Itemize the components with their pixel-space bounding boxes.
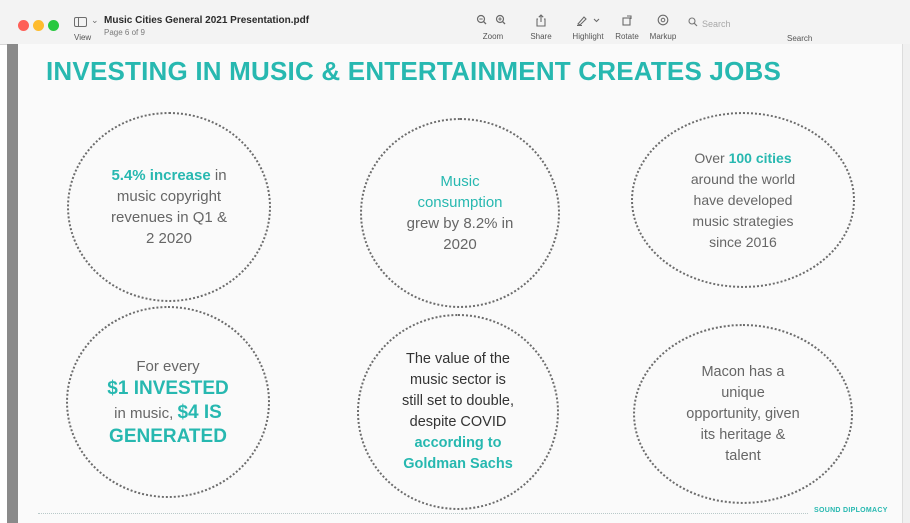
share-button[interactable]: Share [528, 14, 554, 44]
search-box[interactable] [684, 17, 884, 31]
stat-line: The value of the [405, 351, 510, 367]
stat-text: 5.4% increase in music copyright revenue… [111, 165, 227, 249]
stat-line: still set to double, [401, 393, 515, 409]
zoom-label: Zoom [482, 32, 504, 41]
thumbnail-sidebar-edge [7, 44, 18, 523]
share-icon [528, 14, 554, 28]
stat-line: have developed [693, 191, 793, 208]
stat-circle-macon: Macon has a unique opportunity, given it… [633, 324, 853, 504]
stat-line: since 2016 [709, 233, 777, 250]
stat-highlight: 100 cities [728, 149, 792, 166]
stat-text: Music consumption grew by 8.2% in 2020 [407, 171, 514, 255]
footer-divider [38, 513, 808, 514]
stat-text: Macon has a unique opportunity, given it… [686, 362, 799, 467]
stat-line: 2020 [443, 236, 477, 253]
view-label: View [74, 33, 92, 42]
rotate-label: Rotate [615, 32, 639, 41]
stat-line: Macon has a [701, 363, 785, 380]
share-label: Share [530, 32, 552, 41]
stat-circle-cities: Over 100 cities around the world have de… [631, 112, 855, 288]
close-window-button[interactable] [18, 20, 29, 31]
stat-line: in music, [114, 404, 178, 422]
stat-text: For every $1 INVESTED in music, $4 IS GE… [107, 356, 228, 449]
markup-label: Markup [649, 32, 677, 41]
slide-heading: INVESTING IN MUSIC & ENTERTAINMENT CREAT… [46, 56, 782, 86]
document-title: Music Cities General 2021 Presentation.p… [104, 15, 310, 26]
stat-text: The value of the music sector is still s… [402, 349, 514, 475]
stat-line: opportunity, given [686, 405, 800, 422]
markup-button[interactable]: Markup [646, 14, 680, 44]
stat-highlight: 5.4% increase [111, 167, 211, 184]
zoom-window-button[interactable] [48, 20, 59, 31]
stat-line: in [210, 167, 227, 184]
window-toolbar: ⌄ View Music Cities General 2021 Present… [0, 0, 910, 45]
stat-circle-copyright: 5.4% increase in music copyright revenue… [67, 112, 271, 302]
stat-line: its heritage & [700, 426, 786, 443]
stat-line: grew by 8.2% in [406, 215, 514, 232]
stat-highlight: $1 INVESTED [107, 377, 229, 399]
search-input[interactable] [702, 17, 882, 31]
minimize-window-button[interactable] [33, 20, 44, 31]
stat-highlight: GENERATED [109, 425, 227, 447]
stat-highlight: Goldman Sachs [403, 456, 513, 472]
rotate-icon [614, 14, 640, 28]
stat-line: music sector is [410, 372, 506, 388]
rotate-button[interactable]: Rotate [614, 14, 640, 44]
scrollbar-track[interactable] [902, 44, 910, 523]
stat-line: music strategies [692, 212, 794, 229]
zoom-icons [474, 14, 512, 28]
stat-circle-consumption: Music consumption grew by 8.2% in 2020 [360, 118, 560, 308]
zoom-button[interactable]: Zoom [474, 14, 512, 44]
stat-text: Over 100 cities around the world have de… [691, 148, 795, 253]
stat-line: around the world [690, 170, 796, 187]
stat-highlight: according to [414, 435, 502, 451]
page-indicator: Page 6 of 9 [104, 28, 145, 37]
highlighter-icon [568, 14, 608, 28]
stat-line: revenues in Q1 & [111, 209, 227, 226]
highlight-button[interactable]: Highlight [568, 14, 608, 44]
stat-line: despite COVID [409, 414, 507, 430]
stat-highlight: Music [440, 173, 480, 190]
sidebar-icon [74, 17, 87, 27]
search-label: Search [787, 34, 813, 43]
stat-line: talent [725, 447, 761, 464]
footer-brand: SOUND DIPLOMACY [814, 507, 888, 514]
stat-highlight: $4 IS [177, 401, 222, 423]
stat-line: unique [721, 384, 765, 401]
highlight-label: Highlight [572, 32, 604, 41]
stat-circle-value: The value of the music sector is still s… [357, 314, 559, 510]
markup-icon [646, 14, 680, 28]
zoom-out-zoom-in-icon [476, 14, 506, 25]
chevron-down-icon: ⌄ [91, 15, 99, 25]
view-menu-button[interactable]: ⌄ View [72, 15, 102, 42]
stat-line: For every [136, 357, 200, 375]
stat-line: 2 2020 [146, 230, 192, 247]
stat-highlight: consumption [417, 194, 503, 211]
search-icon [688, 17, 698, 29]
pdf-page: INVESTING IN MUSIC & ENTERTAINMENT CREAT… [18, 44, 902, 523]
stat-line: Over [694, 149, 729, 166]
stat-line: music copyright [116, 188, 222, 205]
stat-circle-investment: For every $1 INVESTED in music, $4 IS GE… [66, 306, 270, 498]
